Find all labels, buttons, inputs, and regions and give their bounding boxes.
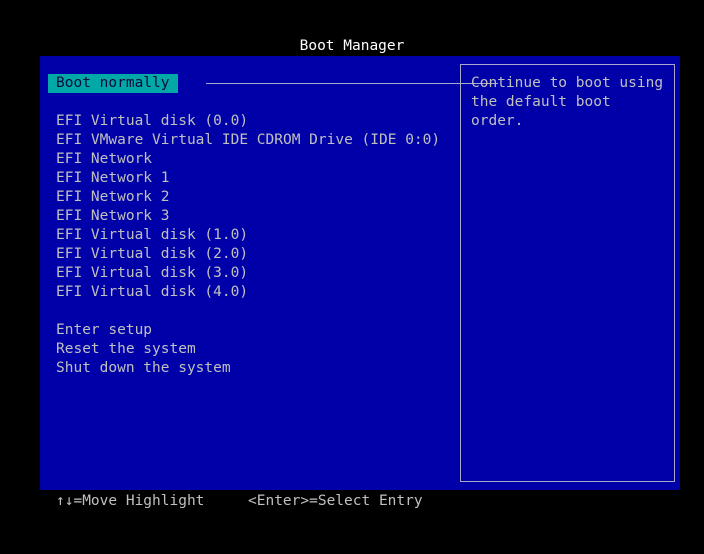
boot-manager-screen: Boot Manager Boot normally EFI Virtual d… [0, 0, 704, 554]
help-text: Continue to boot using the default boot … [471, 75, 664, 129]
menu-item-efi-virtual-disk-1[interactable]: EFI Virtual disk (1.0) [56, 226, 248, 245]
menu-item-efi-network-1[interactable]: EFI Network 1 [56, 169, 170, 188]
menu-item-efi-vmware-ide-cdrom[interactable]: EFI VMware Virtual IDE CDROM Drive (IDE … [56, 131, 440, 150]
menu-item-reset-system[interactable]: Reset the system [56, 340, 196, 359]
page-title: Boot Manager [299, 38, 405, 54]
footer-move-hint: ↑↓=Move Highlight [56, 493, 205, 509]
menu-item-efi-network[interactable]: EFI Network [56, 150, 152, 169]
menu-item-enter-setup[interactable]: Enter setup [56, 321, 152, 340]
menu-item-efi-network-3[interactable]: EFI Network 3 [56, 207, 170, 226]
boot-menu-panel: Boot normally EFI Virtual disk (0.0) EFI… [40, 56, 680, 490]
menu-item-efi-network-2[interactable]: EFI Network 2 [56, 188, 170, 207]
menu-item-efi-virtual-disk-0[interactable]: EFI Virtual disk (0.0) [56, 112, 248, 131]
menu-item-efi-virtual-disk-3[interactable]: EFI Virtual disk (3.0) [56, 264, 248, 283]
menu-item-shut-down-system[interactable]: Shut down the system [56, 359, 231, 378]
footer-select-hint: <Enter>=Select Entry [248, 493, 423, 509]
help-panel: Continue to boot using the default boot … [460, 64, 675, 482]
menu-item-boot-normally[interactable]: Boot normally [48, 74, 178, 93]
menu-divider-line [206, 83, 498, 84]
menu-item-efi-virtual-disk-2[interactable]: EFI Virtual disk (2.0) [56, 245, 248, 264]
menu-item-efi-virtual-disk-4[interactable]: EFI Virtual disk (4.0) [56, 283, 248, 302]
